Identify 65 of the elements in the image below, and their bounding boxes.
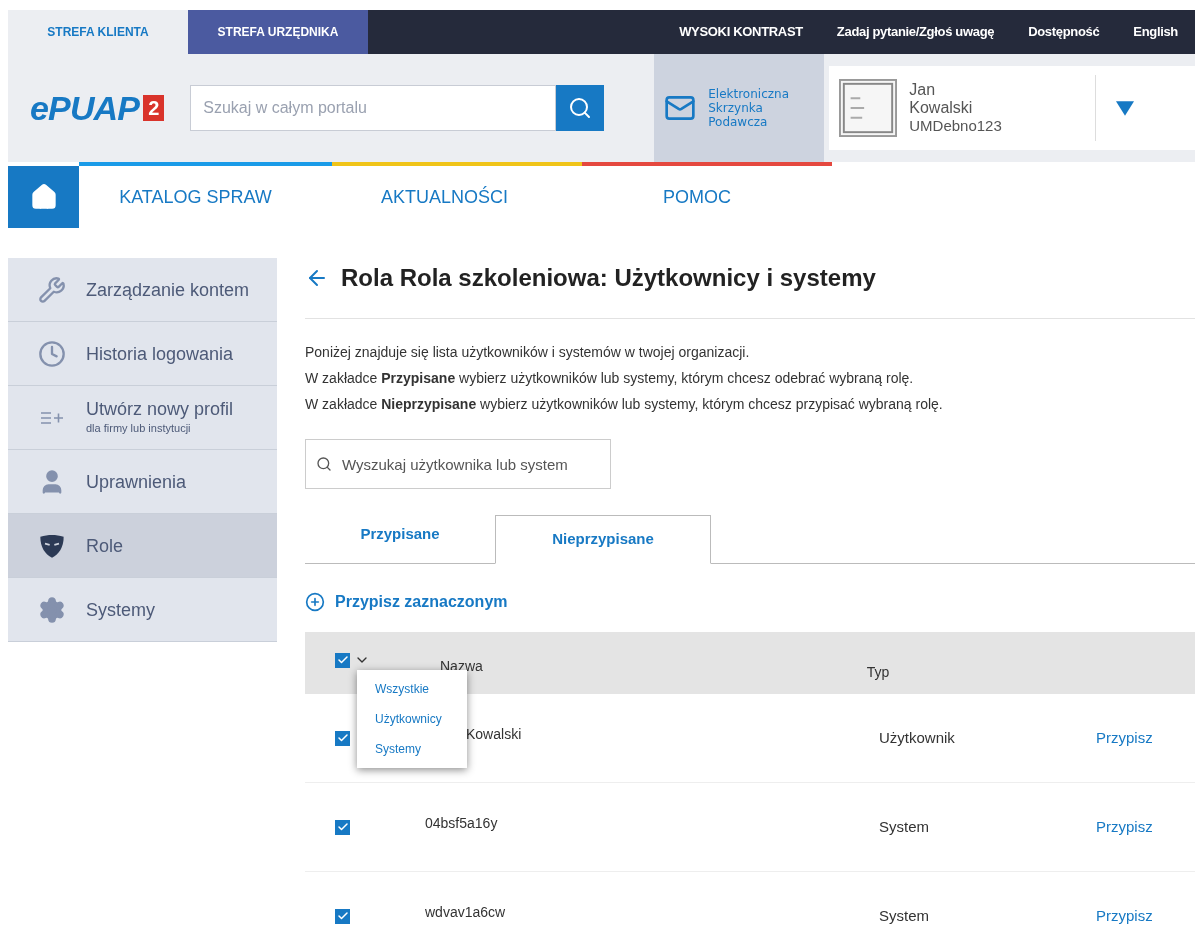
sidebar-label: Utwórz nowy profil bbox=[86, 398, 234, 421]
menu-item[interactable]: Wszystkie bbox=[375, 680, 429, 698]
table-cell-text: 04bsf5a16y bbox=[425, 813, 499, 833]
search-icon bbox=[568, 96, 593, 120]
nav-link[interactable]: POMOC bbox=[582, 162, 832, 228]
clock-icon bbox=[38, 339, 66, 368]
gear-icon bbox=[38, 595, 66, 624]
assign-link[interactable]: Przypisz bbox=[1096, 815, 1153, 839]
dropdown-arrow-icon[interactable] bbox=[1116, 100, 1135, 116]
tab[interactable]: Przypisane bbox=[305, 514, 495, 563]
sidebar-label: Zarządzanie kontem bbox=[86, 278, 250, 301]
user-name: Jan bbox=[909, 81, 937, 99]
intro-text: W zakładce Nieprzypisane wybierz użytkowników lub systemy, którym chcesz przypisać wybraną rolę. bbox=[305, 395, 944, 414]
intro-text: W zakładce Przypisane wybierz użytkowników lub systemy, którym chcesz odebrać wybraną rolę. bbox=[305, 369, 915, 388]
column-header: Typ bbox=[866, 663, 890, 682]
tab[interactable]: Nieprzypisane bbox=[495, 515, 711, 564]
search-button[interactable] bbox=[556, 85, 605, 131]
page-title: Rola Rola szkoleniowa: Użytkownicy i systemy bbox=[341, 263, 876, 293]
assign-link[interactable]: Przypisz bbox=[1096, 726, 1153, 750]
sidebar-label: Role bbox=[86, 534, 124, 557]
sidebar-item[interactable]: Uprawnienia bbox=[8, 450, 277, 514]
sidebar-item[interactable]: Historia logowania bbox=[8, 322, 277, 386]
sidebar-item[interactable]: Role bbox=[8, 514, 277, 578]
home-button[interactable] bbox=[8, 166, 79, 228]
home-icon bbox=[29, 183, 58, 211]
top-link[interactable]: English bbox=[1116, 10, 1195, 54]
assign-selected-link[interactable]: Przypisz zaznaczonym bbox=[305, 590, 508, 614]
top-link[interactable]: Zadaj pytanie/Zgłoś uwagę bbox=[819, 10, 1012, 54]
avatar-icon bbox=[839, 79, 898, 137]
table-cell-text: wdvav1a6cw bbox=[425, 902, 507, 922]
search-field[interactable]: Szukaj w całym portalu bbox=[190, 85, 557, 131]
tools-icon bbox=[38, 275, 66, 304]
assign-link[interactable]: Przypisz bbox=[1096, 904, 1153, 928]
menu-item[interactable]: Użytkownicy bbox=[375, 710, 442, 728]
nav-link[interactable]: KATALOG SPRAW bbox=[79, 162, 332, 228]
checkbox[interactable] bbox=[335, 652, 350, 668]
table-cell-text: System bbox=[879, 816, 930, 837]
sidebar-item[interactable]: Zarządzanie kontem bbox=[8, 258, 277, 322]
sidebar-item[interactable]: Utwórz nowy profil dla firmy lub instytucji bbox=[8, 386, 277, 450]
zone-tab[interactable]: STREFA KLIENTA bbox=[8, 10, 188, 54]
sidebar-item[interactable]: Systemy bbox=[8, 578, 277, 642]
table-cell-text: Kowalski bbox=[466, 724, 523, 744]
checkbox[interactable] bbox=[335, 908, 350, 924]
table-cell-text: Użytkownik bbox=[879, 727, 956, 748]
user-login: UMDebno123 bbox=[909, 117, 1003, 135]
list-add-icon bbox=[40, 409, 64, 426]
top-link[interactable]: Dostępność bbox=[1011, 10, 1117, 54]
plus-circle-icon bbox=[305, 592, 325, 612]
table-cell-text: System bbox=[879, 905, 930, 926]
user-surname: Kowalski bbox=[909, 99, 974, 117]
zone-tab[interactable]: STREFA URZĘDNIKA bbox=[188, 10, 368, 54]
menu-item[interactable]: Systemy bbox=[375, 740, 421, 758]
search-icon bbox=[316, 456, 332, 472]
user-search-field[interactable]: Wyszukaj użytkownika lub system bbox=[305, 439, 611, 489]
top-link[interactable]: WYSOKI KONTRAST bbox=[662, 10, 820, 54]
sidebar-label: Historia logowania bbox=[86, 342, 234, 365]
checkbox[interactable] bbox=[335, 730, 350, 746]
checkbox[interactable] bbox=[335, 819, 350, 835]
sidebar-label: Systemy bbox=[86, 598, 155, 621]
intro-text: Poniżej znajduje się lista użytkowników i systemów w twojej organizacji. bbox=[305, 343, 751, 362]
logo[interactable]: ePUAP 2 bbox=[30, 91, 165, 125]
inbox-button[interactable]: Elektroniczna Skrzynka Podawcza bbox=[654, 54, 825, 162]
nav-link[interactable]: AKTUALNOŚCI bbox=[332, 162, 582, 228]
sidebar-label: Uprawnienia bbox=[86, 470, 187, 493]
sidebar-sublabel: dla firmy lub instytucji bbox=[86, 421, 192, 437]
